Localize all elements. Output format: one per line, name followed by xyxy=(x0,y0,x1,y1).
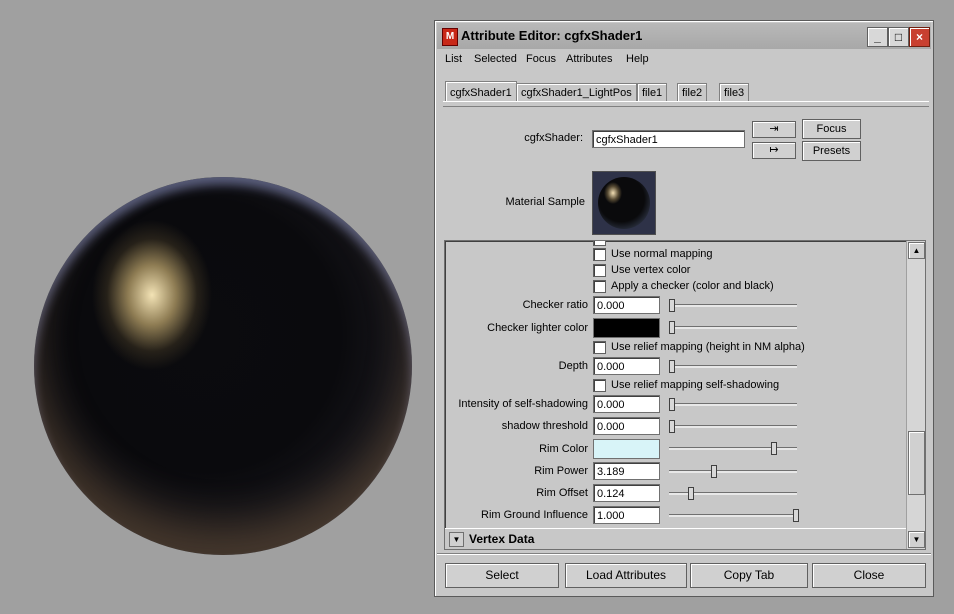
maximize-icon[interactable]: □ xyxy=(888,27,909,47)
shaded-sphere[interactable] xyxy=(34,177,412,555)
material-sample-swatch[interactable] xyxy=(592,171,656,235)
window-title: Attribute Editor: cgfxShader1 xyxy=(461,28,643,43)
title-bar[interactable]: M Attribute Editor: cgfxShader1 _ □ × xyxy=(437,23,931,49)
depth-slider[interactable] xyxy=(669,365,797,368)
rim-color-label: Rim Color xyxy=(539,443,588,455)
rim-power-slider-handle[interactable] xyxy=(711,465,718,478)
menu-focus[interactable]: Focus xyxy=(526,53,556,65)
depth-slider-handle[interactable] xyxy=(669,360,675,373)
apply-checker-checkbox[interactable] xyxy=(593,280,606,293)
menu-help[interactable]: Help xyxy=(626,53,649,65)
tab-divider xyxy=(443,101,929,107)
load-attributes-button[interactable]: Load Attributes xyxy=(565,563,687,588)
rim-color-slider[interactable] xyxy=(669,447,797,450)
material-sample-sphere xyxy=(598,177,650,229)
close-button[interactable]: Close xyxy=(812,563,926,588)
triangle-down-icon[interactable]: ▼ xyxy=(449,532,464,547)
use-vertex-color-checkbox[interactable] xyxy=(593,264,606,277)
attribute-editor-window: M Attribute Editor: cgfxShader1 _ □ × Li… xyxy=(434,20,934,597)
checker-ratio-slider-handle[interactable] xyxy=(669,299,675,312)
apply-checker-label: Apply a checker (color and black) xyxy=(611,280,774,292)
node-type-label: cgfxShader: xyxy=(524,132,583,144)
intensity-self-shadowing-field[interactable]: 0.000 xyxy=(593,395,660,413)
scroll-up-arrow-icon[interactable]: ▲ xyxy=(908,242,925,259)
shadow-threshold-slider[interactable] xyxy=(669,425,797,428)
rim-ground-influence-slider[interactable] xyxy=(669,514,797,517)
menu-bar: List Selected Focus Attributes Help xyxy=(437,51,931,69)
tab-file3[interactable]: file3 xyxy=(719,83,750,102)
menu-attributes[interactable]: Attributes xyxy=(566,53,612,65)
intensity-self-shadowing-label: Intensity of self-shadowing xyxy=(458,398,588,410)
node-name-field[interactable]: cgfxShader1 xyxy=(592,130,745,148)
presets-button[interactable]: Presets xyxy=(802,141,861,161)
use-normal-mapping-label: Use normal mapping xyxy=(611,248,713,260)
tab-cgfxshader1-lightpos[interactable]: cgfxShader1_LightPos xyxy=(516,83,637,102)
close-icon[interactable]: × xyxy=(909,27,930,47)
checker-ratio-field[interactable]: 0.000 xyxy=(593,296,660,314)
minimize-icon[interactable]: _ xyxy=(867,27,888,47)
maya-app-icon[interactable]: M xyxy=(442,28,458,46)
tab-file1[interactable]: file1 xyxy=(637,83,668,102)
checker-lighter-color-swatch[interactable] xyxy=(593,318,660,338)
select-button[interactable]: Select xyxy=(445,563,559,588)
menu-list[interactable]: List xyxy=(445,53,462,65)
use-relief-mapping-checkbox[interactable] xyxy=(593,341,606,354)
rim-color-swatch[interactable] xyxy=(593,439,660,459)
checker-lighter-color-slider-handle[interactable] xyxy=(669,321,675,334)
vertex-data-section-title: Vertex Data xyxy=(469,532,535,546)
shadow-threshold-field[interactable]: 0.000 xyxy=(593,417,660,435)
rim-offset-label: Rim Offset xyxy=(536,487,588,499)
tab-file2[interactable]: file2 xyxy=(677,83,708,102)
output-connection-button[interactable]: ↦ xyxy=(752,142,796,159)
3d-viewport[interactable] xyxy=(0,0,434,614)
output-arrow-icon: ↦ xyxy=(769,144,779,156)
tab-strip: cgfxShader1 cgfxShader1_LightPos file1 f… xyxy=(443,81,929,113)
rim-ground-influence-field[interactable]: 1.000 xyxy=(593,506,660,524)
rim-offset-field[interactable]: 0.124 xyxy=(593,484,660,502)
input-connection-button[interactable]: ⇥ xyxy=(752,121,796,138)
use-relief-mapping-label: Use relief mapping (height in NM alpha) xyxy=(611,341,805,353)
vertex-data-section-header[interactable]: ▼ Vertex Data xyxy=(445,528,906,549)
checker-lighter-color-label: Checker lighter color xyxy=(487,322,588,334)
attributes-scrollbar[interactable]: ▲ ▼ xyxy=(906,241,925,549)
focus-button[interactable]: Focus xyxy=(802,119,861,139)
depth-field[interactable]: 0.000 xyxy=(593,357,660,375)
scroll-down-arrow-icon[interactable]: ▼ xyxy=(908,531,925,548)
intensity-self-shadowing-slider[interactable] xyxy=(669,403,797,406)
rim-power-slider[interactable] xyxy=(669,470,797,473)
bottom-button-bar: Select Load Attributes Copy Tab Close xyxy=(437,553,931,594)
rim-ground-influence-label: Rim Ground Influence xyxy=(481,509,588,521)
use-relief-self-shadowing-checkbox[interactable] xyxy=(593,379,606,392)
scroll-thumb[interactable] xyxy=(908,431,925,495)
use-relief-self-shadowing-label: Use relief mapping self-shadowing xyxy=(611,379,780,391)
use-normal-mapping-checkbox[interactable] xyxy=(593,248,606,261)
input-arrow-icon: ⇥ xyxy=(769,123,779,135)
checker-lighter-color-slider[interactable] xyxy=(669,326,797,329)
clipped-checkbox[interactable] xyxy=(593,241,606,246)
rim-offset-slider-handle[interactable] xyxy=(687,487,694,500)
rim-power-field[interactable]: 3.189 xyxy=(593,462,660,480)
shadow-threshold-label: shadow threshold xyxy=(501,420,588,432)
rim-color-slider-handle[interactable] xyxy=(770,442,777,455)
rim-power-label: Rim Power xyxy=(534,465,588,477)
checker-ratio-slider[interactable] xyxy=(669,304,797,307)
copy-tab-button[interactable]: Copy Tab xyxy=(690,563,808,588)
attributes-panel[interactable]: Use normal mapping Use vertex color Appl… xyxy=(444,240,926,550)
shadow-threshold-slider-handle[interactable] xyxy=(669,420,675,433)
rim-ground-influence-slider-handle[interactable] xyxy=(793,509,799,522)
use-vertex-color-label: Use vertex color xyxy=(611,264,691,276)
intensity-self-shadowing-slider-handle[interactable] xyxy=(669,398,675,411)
menu-selected[interactable]: Selected xyxy=(474,53,517,65)
checker-ratio-label: Checker ratio xyxy=(522,299,588,311)
material-sample-label: Material Sample xyxy=(505,196,585,208)
depth-label: Depth xyxy=(558,360,588,372)
